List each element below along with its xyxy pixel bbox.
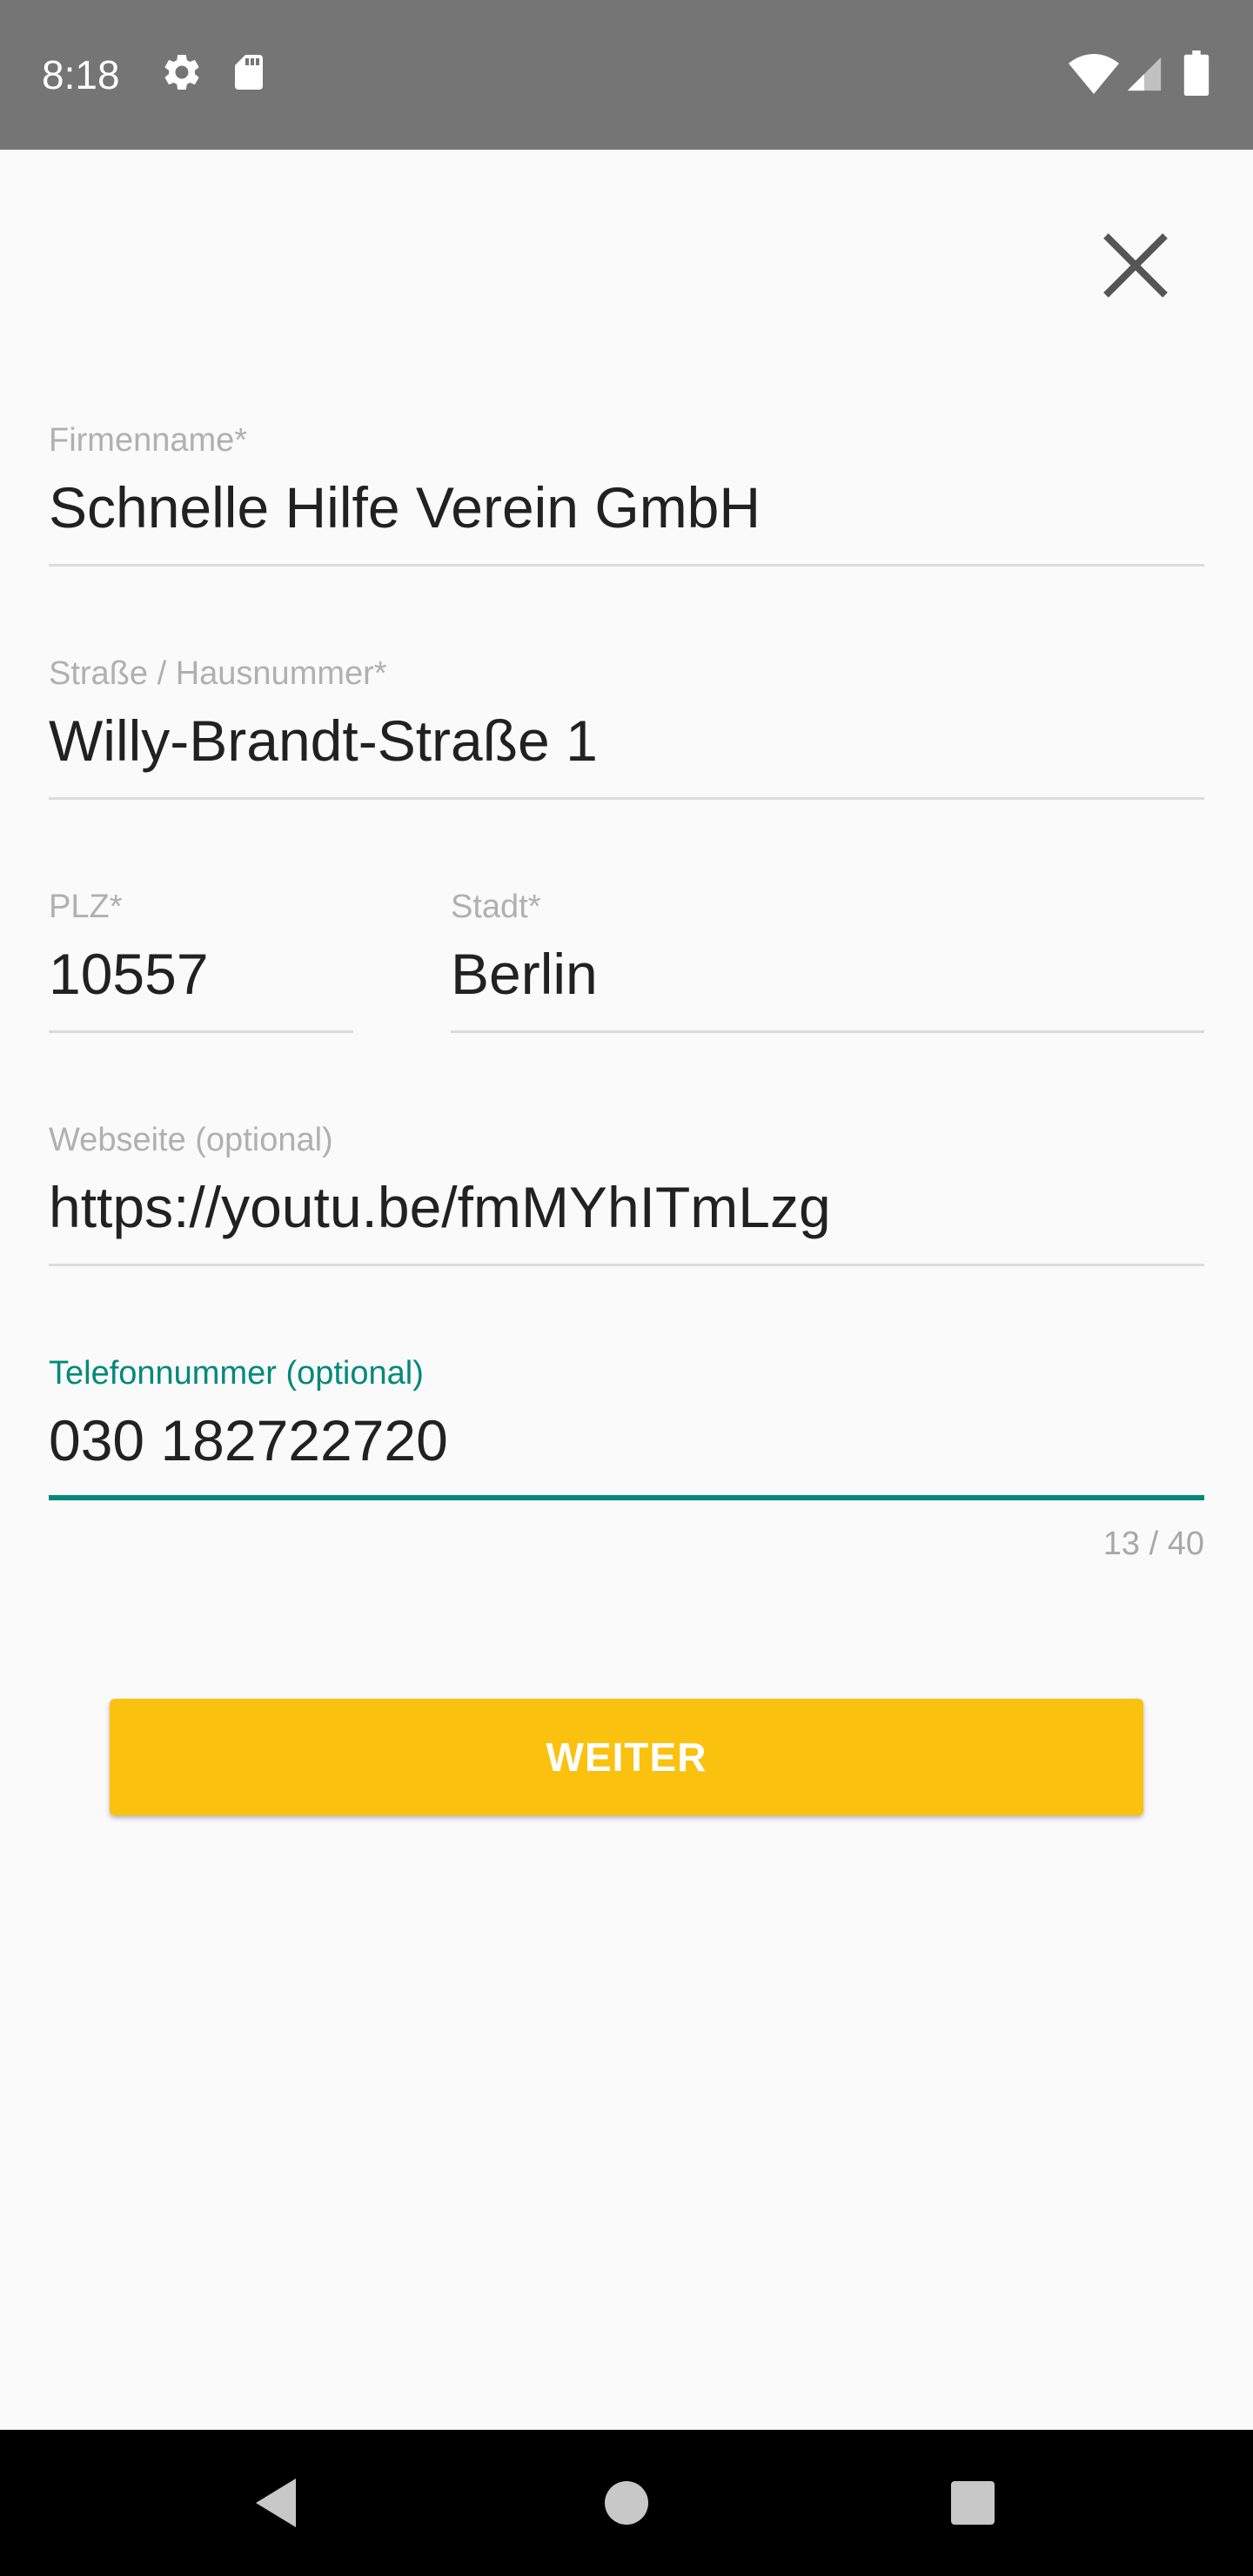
- recents-icon: [951, 2481, 995, 2525]
- settings-icon: [160, 50, 204, 98]
- navigation-bar: [0, 2430, 1253, 2576]
- home-button[interactable]: [590, 2466, 663, 2539]
- company-name-underline: [49, 564, 1204, 567]
- street-input[interactable]: [49, 705, 1204, 776]
- company-name-label: Firmenname*: [49, 422, 248, 459]
- company-name-input[interactable]: [49, 472, 1204, 543]
- back-button[interactable]: [240, 2466, 313, 2539]
- street-field: Straße / Hausnummer*: [49, 653, 1204, 818]
- street-label: Straße / Hausnummer*: [49, 655, 387, 692]
- zip-label: PLZ*: [49, 889, 123, 925]
- phone-underline: [49, 1495, 1204, 1500]
- zip-underline: [49, 1030, 353, 1033]
- back-icon: [256, 2479, 296, 2527]
- phone-field: Telefonnummer (optional) 13 / 40: [49, 1352, 1204, 1579]
- battery-icon: [1183, 50, 1209, 100]
- next-button[interactable]: WEITER: [110, 1699, 1143, 1815]
- website-field: Webseite (optional): [49, 1119, 1204, 1285]
- city-underline: [451, 1030, 1204, 1033]
- home-icon: [605, 2481, 648, 2525]
- recents-button[interactable]: [936, 2466, 1009, 2539]
- phone-char-counter: 13 / 40: [1102, 1526, 1204, 1562]
- phone-input[interactable]: [49, 1405, 1204, 1476]
- street-underline: [49, 797, 1204, 800]
- zip-field: PLZ*: [49, 886, 353, 1051]
- zip-input[interactable]: [49, 938, 353, 1010]
- status-time: 8:18: [42, 52, 120, 97]
- phone-label: Telefonnummer (optional): [49, 1355, 424, 1392]
- wifi-icon: [1069, 54, 1119, 98]
- city-input[interactable]: [451, 938, 1204, 1010]
- close-button[interactable]: [1098, 228, 1173, 303]
- city-label: Stadt*: [451, 889, 541, 925]
- city-field: Stadt*: [451, 886, 1204, 1051]
- website-input[interactable]: [49, 1171, 1204, 1243]
- website-underline: [49, 1264, 1204, 1266]
- signal-icon: [1124, 54, 1164, 98]
- company-name-field: Firmenname*: [49, 419, 1204, 585]
- status-bar: 8:18: [0, 0, 1253, 150]
- website-label: Webseite (optional): [49, 1122, 333, 1158]
- close-icon: [1103, 233, 1168, 298]
- sd-card-icon: [228, 50, 270, 98]
